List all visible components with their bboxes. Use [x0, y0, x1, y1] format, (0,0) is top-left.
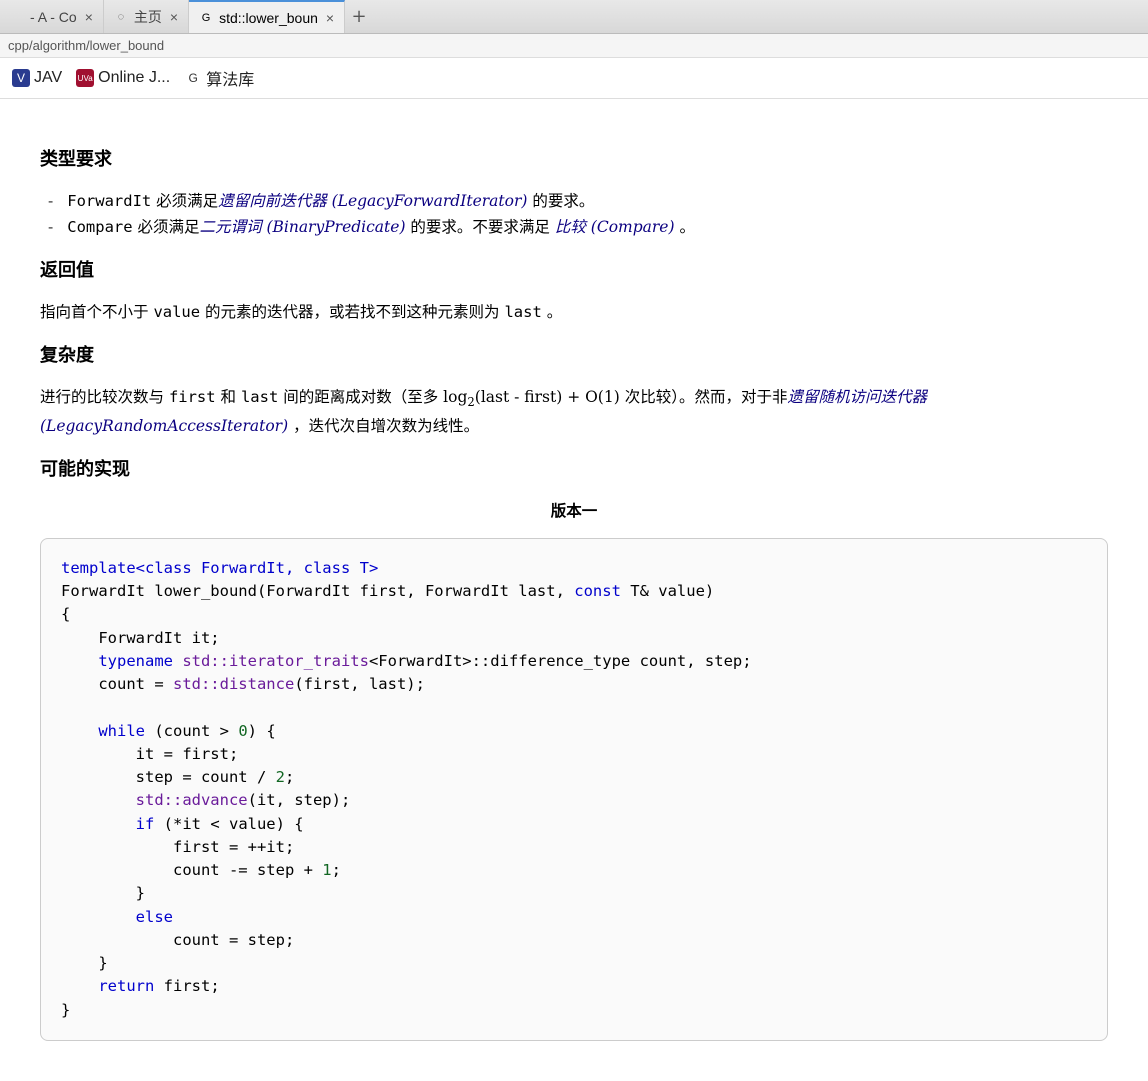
bookmarks-bar: V JAV UVa Online J... G 算法库	[0, 58, 1148, 99]
url-bar[interactable]: cpp/algorithm/lower_bound	[0, 34, 1148, 58]
favicon-2: G	[199, 11, 213, 25]
bookmark-icon: V	[12, 69, 30, 87]
link-legacyforwarditerator[interactable]: 遗留向前迭代器 (LegacyForwardIterator)	[218, 192, 527, 210]
bookmark-label: Online J...	[98, 69, 170, 87]
link-compare[interactable]: 比较 (Compare)	[555, 218, 675, 236]
tab-1[interactable]: ◌ 主页 ×	[104, 0, 189, 33]
code-text: ForwardIt	[67, 192, 151, 210]
bookmark-onlinej[interactable]: UVa Online J...	[76, 69, 170, 87]
bookmark-algolib[interactable]: G 算法库	[184, 66, 254, 90]
code-text: first	[169, 388, 216, 406]
close-icon[interactable]: ×	[85, 9, 93, 25]
tab-label: std::lower_boun	[219, 10, 318, 26]
heading-return-value: 返回值	[40, 256, 1108, 287]
code-text: Compare	[67, 218, 132, 236]
type-requirements-list: - ForwardIt 必须满足遗留向前迭代器 (LegacyForwardIt…	[40, 188, 1108, 241]
tab-2[interactable]: G std::lower_boun ×	[189, 0, 345, 33]
browser-tab-bar: - A - Co × ◌ 主页 × G std::lower_boun × +	[0, 0, 1148, 34]
globe-icon: ◌	[114, 10, 128, 24]
code-text: last	[241, 388, 278, 406]
bookmark-icon: G	[184, 69, 202, 87]
favicon-0	[10, 10, 24, 24]
code-text: last	[504, 303, 541, 321]
code-version-header: 版本一	[40, 498, 1108, 524]
new-tab-button[interactable]: +	[345, 6, 373, 27]
bullet-dash: -	[48, 188, 53, 214]
bookmark-jav[interactable]: V JAV	[12, 69, 62, 87]
heading-complexity: 复杂度	[40, 341, 1108, 372]
tab-0[interactable]: - A - Co ×	[0, 0, 104, 33]
link-binarypredicate[interactable]: 二元谓词 (BinaryPredicate)	[200, 218, 406, 236]
code-text: value	[153, 303, 200, 321]
subscript: 2	[467, 395, 474, 409]
complexity-paragraph: 进行的比较次数与 first 和 last 间的距离成对数（至多 log2(la…	[40, 384, 1108, 439]
code-block: template<class ForwardIt, class T> Forwa…	[40, 538, 1108, 1041]
list-item: - ForwardIt 必须满足遗留向前迭代器 (LegacyForwardIt…	[48, 188, 1108, 214]
bookmark-label: JAV	[34, 69, 62, 87]
tab-label: - A - Co	[30, 9, 77, 25]
heading-type-requirements: 类型要求	[40, 145, 1108, 176]
heading-possible-impl: 可能的实现	[40, 455, 1108, 486]
close-icon[interactable]: ×	[170, 9, 178, 25]
close-icon[interactable]: ×	[326, 10, 334, 26]
page-content: 类型要求 - ForwardIt 必须满足遗留向前迭代器 (LegacyForw…	[0, 99, 1148, 1081]
bullet-dash: -	[48, 214, 53, 240]
list-item: - Compare 必须满足二元谓词 (BinaryPredicate) 的要求…	[48, 214, 1108, 240]
return-paragraph: 指向首个不小于 value 的元素的迭代器，或若找不到这种元素则为 last 。	[40, 299, 1108, 325]
bookmark-icon: UVa	[76, 69, 94, 87]
bookmark-label: 算法库	[206, 66, 254, 90]
tab-label: 主页	[134, 7, 162, 27]
